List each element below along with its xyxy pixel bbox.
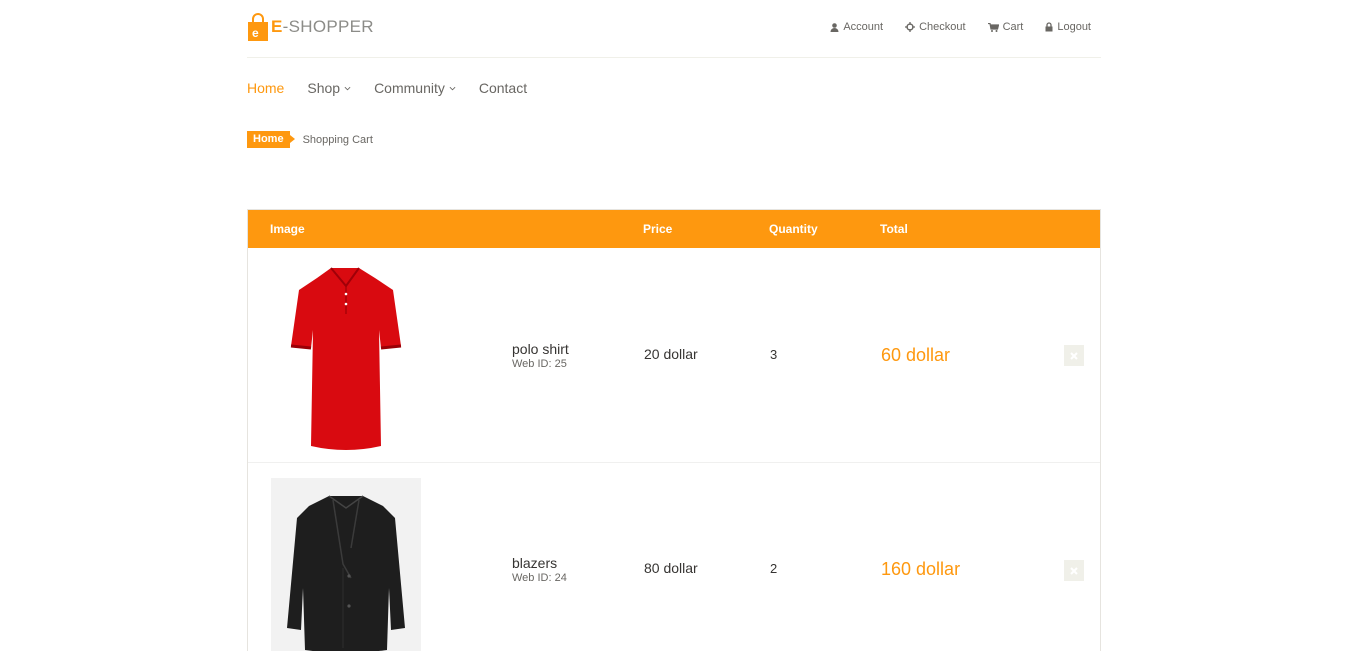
main-menu: Home Shop Community Contact — [247, 80, 1101, 96]
cart-row: polo shirt Web ID: 25 20 dollar 3 60 dol… — [248, 248, 1100, 463]
product-price: 20 dollar — [644, 346, 698, 362]
checkout-label: Checkout — [919, 21, 966, 33]
checkout-link[interactable]: Checkout — [905, 21, 966, 33]
crosshairs-icon — [905, 22, 916, 32]
product-description: polo shirt Web ID: 25 — [512, 341, 569, 370]
cart-label: Cart — [1002, 21, 1024, 33]
product-name-link[interactable]: blazers — [512, 555, 567, 571]
account-label: Account — [843, 21, 884, 33]
nav-home[interactable]: Home — [247, 80, 284, 96]
account-link[interactable]: Account — [830, 21, 883, 33]
delete-item-button[interactable] — [1064, 345, 1084, 366]
logo[interactable]: e E-SHOPPER — [247, 13, 374, 41]
header-top: e E-SHOPPER Account Checkout Cart Logout — [247, 0, 1101, 58]
product-quantity: 2 — [770, 561, 778, 576]
nav-shop-label: Shop — [307, 80, 341, 96]
nav-community[interactable]: Community — [374, 80, 456, 96]
product-total: 60 dollar — [881, 345, 951, 365]
cart-icon — [987, 22, 999, 32]
brand-name: E-SHOPPER — [271, 17, 374, 36]
shopping-bag-icon: e — [248, 13, 268, 41]
header-price: Price — [643, 222, 673, 236]
nav-contact[interactable]: Contact — [479, 80, 527, 96]
product-web-id: Web ID: 25 — [512, 358, 567, 370]
user-icon — [830, 22, 839, 32]
product-image-blazer[interactable] — [271, 478, 421, 651]
shop-menu: Account Checkout Cart Logout — [830, 21, 1091, 33]
chevron-down-icon — [449, 86, 456, 90]
logout-label: Logout — [1057, 21, 1091, 33]
product-description: blazers Web ID: 24 — [512, 555, 567, 584]
cart-link[interactable]: Cart — [987, 21, 1024, 33]
brand-rest: -SHOPPER — [282, 17, 374, 36]
chevron-down-icon — [344, 86, 351, 90]
nav-community-label: Community — [374, 80, 445, 96]
cart-row: blazers Web ID: 24 80 dollar 2 160 dolla… — [248, 463, 1100, 651]
breadcrumb: Home Shopping Cart — [247, 131, 1101, 148]
lock-icon — [1045, 22, 1053, 32]
header-quantity: Quantity — [769, 222, 818, 236]
cart-table: Image Price Quantity Total polo shirt We… — [247, 209, 1101, 651]
product-total: 160 dollar — [881, 559, 961, 579]
cart-table-header: Image Price Quantity Total — [248, 210, 1100, 248]
header-image: Image — [270, 222, 305, 236]
nav-contact-label: Contact — [478, 80, 528, 96]
close-icon — [1070, 566, 1078, 575]
header-total: Total — [880, 222, 908, 236]
breadcrumb-current: Shopping Cart — [302, 133, 373, 146]
product-quantity: 3 — [770, 347, 778, 362]
product-web-id: Web ID: 24 — [512, 572, 567, 584]
product-image-polo-shirt[interactable] — [271, 262, 421, 462]
product-price: 80 dollar — [644, 560, 698, 576]
product-name-link[interactable]: polo shirt — [512, 341, 569, 357]
nav-shop[interactable]: Shop — [307, 80, 351, 96]
svg-text:e: e — [252, 26, 259, 40]
logout-link[interactable]: Logout — [1045, 21, 1091, 33]
delete-item-button[interactable] — [1064, 560, 1084, 581]
breadcrumb-home[interactable]: Home — [247, 131, 295, 148]
close-icon — [1070, 351, 1078, 360]
nav-home-label: Home — [247, 80, 285, 96]
